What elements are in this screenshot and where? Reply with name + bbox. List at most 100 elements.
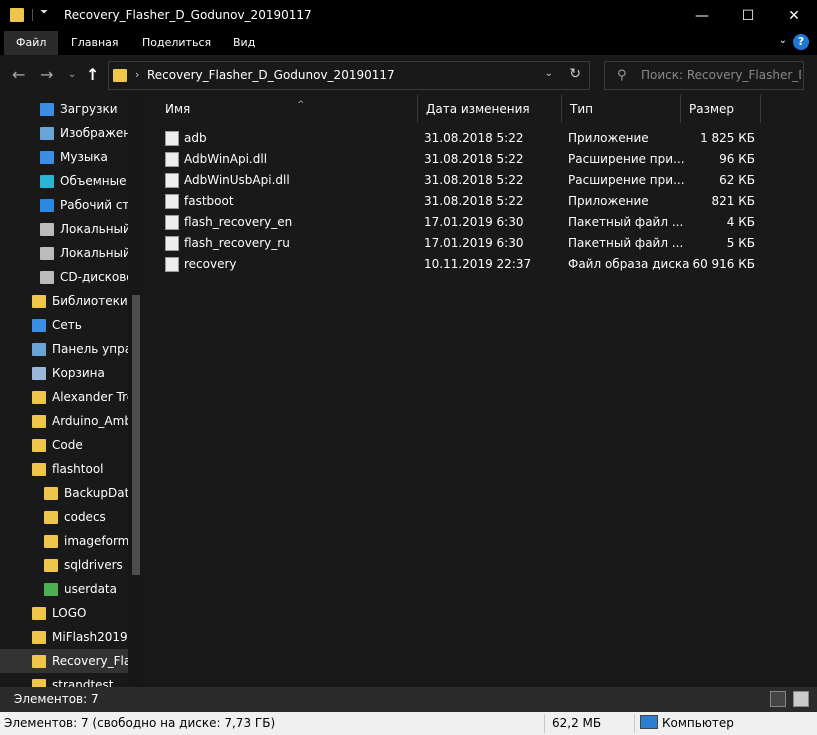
file-date: 17.01.2019 6:30 (424, 236, 524, 250)
file-list-pane: Имя ^ Дата изменения Тип Размер adb 31.08… (143, 95, 817, 687)
sidebar-item-label: codecs (64, 510, 106, 524)
disk-image-icon (165, 257, 179, 272)
sidebar-item[interactable]: flashtool (0, 457, 128, 481)
sidebar-item-label: strandtest (52, 678, 114, 687)
sidebar-item-label: Сеть (52, 318, 82, 332)
search-input[interactable] (641, 68, 801, 82)
sidebar-item[interactable]: Объемные (0, 169, 128, 193)
sidebar-item-label: flashtool (52, 462, 104, 476)
maximize-button[interactable]: ☐ (725, 0, 771, 31)
tab-share[interactable]: Поделиться (130, 31, 223, 55)
minimize-button[interactable]: — (679, 0, 725, 31)
tab-file[interactable]: Файл (4, 31, 59, 55)
sidebar-item[interactable]: Корзина (0, 361, 128, 385)
sidebar-item[interactable]: Библиотеки (0, 289, 128, 313)
file-row[interactable]: recovery 10.11.2019 22:37 Файл образа диск… (157, 254, 777, 275)
breadcrumb[interactable]: Recovery_Flasher_D_Godunov_20190117 (147, 68, 395, 82)
help-icon[interactable]: ? (793, 34, 809, 50)
cd-drive-icon (40, 270, 54, 284)
file-row[interactable]: AdbWinApi.dll 31.08.2018 5:22 Расширение п… (157, 149, 777, 170)
column-header-name[interactable]: Имя ^ (157, 95, 418, 123)
sidebar-item-label: Локальный (60, 246, 128, 260)
ribbon-tabs: Файл Главная Поделиться Вид ⌄ ? (0, 31, 817, 55)
folder-icon (32, 462, 46, 476)
sidebar-item[interactable]: Музыка (0, 145, 128, 169)
column-header-date[interactable]: Дата изменения (418, 95, 562, 123)
address-bar[interactable]: › Recovery_Flasher_D_Godunov_20190117 ⌄ … (108, 61, 590, 90)
sidebar-item[interactable]: CD-дисково (0, 265, 128, 289)
music-icon (40, 150, 54, 164)
sidebar-item[interactable]: codecs (0, 505, 128, 529)
sidebar-item-label: Корзина (52, 366, 105, 380)
sidebar-item[interactable]: Сеть (0, 313, 128, 337)
sidebar-item[interactable]: BackupData (0, 481, 128, 505)
sidebar-item[interactable]: Локальный (0, 241, 128, 265)
sidebar-item-label: Музыка (60, 150, 108, 164)
sidebar-item[interactable]: Изображен (0, 121, 128, 145)
chevron-right-icon[interactable]: › (135, 68, 139, 81)
folder-icon (32, 390, 46, 404)
drive-icon (40, 222, 54, 236)
location-label: Компьютер (662, 716, 734, 730)
file-name: adb (184, 131, 207, 145)
sidebar-item[interactable]: Рабочий ст (0, 193, 128, 217)
sidebar-item[interactable]: Code (0, 433, 128, 457)
refresh-icon[interactable]: ↻ (569, 66, 581, 82)
sidebar-item[interactable]: Recovery_Flas (0, 649, 128, 673)
column-header-size[interactable]: Размер (681, 95, 761, 123)
file-row[interactable]: adb 31.08.2018 5:22 Приложение 1 825 КБ (157, 128, 777, 149)
forward-arrow-icon[interactable]: → (40, 65, 53, 84)
drive-icon (40, 246, 54, 260)
sidebar-item-label: Локальный (60, 222, 128, 236)
close-button[interactable]: ✕ (771, 0, 817, 31)
navigation-bar: ← → ⌄ ↑ › Recovery_Flasher_D_Godunov_201… (0, 55, 817, 95)
file-name: flash_recovery_en (184, 215, 293, 229)
sidebar-item[interactable]: LOGO (0, 601, 128, 625)
sidebar-item[interactable]: Alexander Tre (0, 385, 128, 409)
sidebar-item[interactable]: Локальный (0, 217, 128, 241)
large-icons-view-icon[interactable] (793, 691, 809, 707)
tab-view[interactable]: Вид (221, 31, 267, 55)
column-header-type[interactable]: Тип (562, 95, 681, 123)
chevron-down-icon[interactable]: ⌄ (545, 68, 553, 79)
sidebar-item-label: Code (52, 438, 83, 452)
search-box[interactable]: ⚲ (604, 61, 804, 90)
navigation-pane: Загрузки Изображен Музыка Объемные Рабочий с… (0, 95, 143, 687)
file-row[interactable]: fastboot 31.08.2018 5:22 Приложение 821 КБ (157, 191, 777, 212)
sidebar-item[interactable]: sqldrivers (0, 553, 128, 577)
scrollbar-thumb[interactable] (132, 295, 140, 575)
recent-locations-icon[interactable]: ⌄ (68, 69, 76, 80)
dll-icon (165, 152, 179, 167)
file-row[interactable]: flash_recovery_en 17.01.2019 6:30 Пакетный… (157, 212, 777, 233)
details-view-icon[interactable] (770, 691, 786, 707)
divider (544, 714, 545, 733)
folder-icon (32, 630, 46, 644)
file-type: Приложение (568, 131, 649, 145)
sidebar-item-label: Рабочий ст (60, 198, 128, 212)
details-bar: Элементов: 7 (свободно на диске: 7,73 ГБ… (0, 712, 817, 735)
sidebar-item[interactable]: Панель упра (0, 337, 128, 361)
tab-home[interactable]: Главная (59, 31, 131, 55)
file-row[interactable]: flash_recovery_ru 17.01.2019 6:30 Пакетный… (157, 233, 777, 254)
sidebar-item-label: imageforma (64, 534, 128, 548)
sidebar-item[interactable]: Arduino_Amb (0, 409, 128, 433)
download-icon (40, 102, 54, 116)
sidebar-item[interactable]: strandtest (0, 673, 128, 687)
quick-access-dropdown-icon[interactable]: ⏷ (40, 7, 48, 18)
sidebar-scrollbar[interactable] (128, 95, 143, 687)
sidebar-item[interactable]: MiFlash20191 (0, 625, 128, 649)
chevron-down-icon[interactable]: ⌄ (779, 35, 787, 46)
3d-objects-icon (40, 174, 54, 188)
sidebar-item[interactable]: userdata (0, 577, 128, 601)
title-bar: ⏷ Recovery_Flasher_D_Godunov_20190117 — … (0, 0, 817, 31)
sidebar-item[interactable]: imageforma (0, 529, 128, 553)
file-name: fastboot (184, 194, 234, 208)
back-arrow-icon[interactable]: ← (12, 65, 25, 84)
sidebar-item[interactable]: Загрузки (0, 97, 128, 121)
file-type: Приложение (568, 194, 649, 208)
file-row[interactable]: AdbWinUsbApi.dll 31.08.2018 5:22 Расширени… (157, 170, 777, 191)
up-arrow-icon[interactable]: ↑ (86, 65, 99, 84)
sidebar-item-label: BackupData (64, 486, 128, 500)
divider (634, 714, 635, 733)
file-date: 31.08.2018 5:22 (424, 152, 524, 166)
